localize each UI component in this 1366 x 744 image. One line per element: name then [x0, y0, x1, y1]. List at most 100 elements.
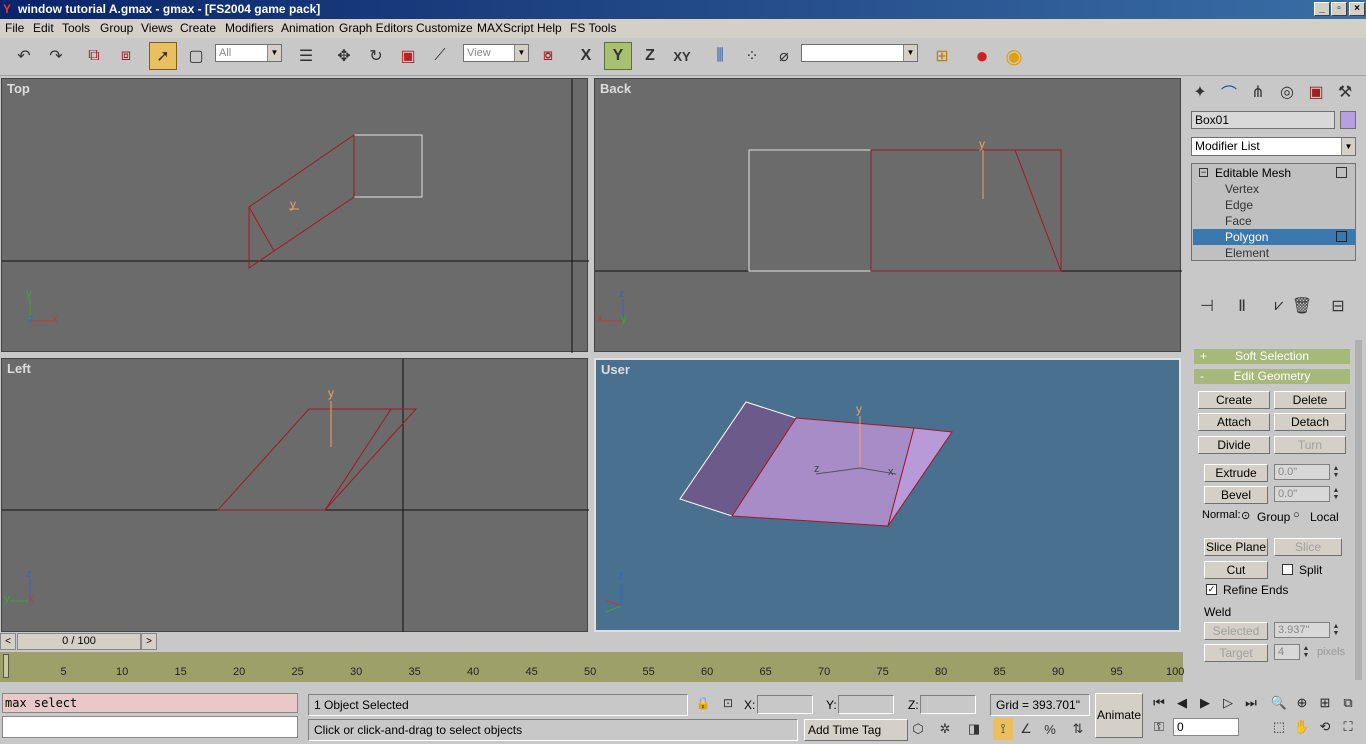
- region-select-icon[interactable]: ▢: [182, 42, 210, 70]
- slice-plane-button[interactable]: Slice Plane: [1204, 538, 1268, 556]
- scale-icon[interactable]: ▣: [394, 42, 422, 70]
- selection-filter-dropdown[interactable]: All ▼: [215, 44, 282, 62]
- divide-button[interactable]: Divide: [1198, 436, 1270, 454]
- maxscript-input[interactable]: [2, 716, 298, 738]
- zoom-extents-icon[interactable]: ⬡: [908, 718, 928, 740]
- viewport-top[interactable]: Top y y z x: [1, 78, 589, 353]
- render-icon[interactable]: ◉: [1000, 42, 1028, 70]
- stack-element[interactable]: Element: [1225, 246, 1269, 260]
- time-slider[interactable]: 0 / 100: [17, 633, 141, 650]
- slice-button[interactable]: Slice: [1274, 538, 1342, 556]
- stack-editable-mesh[interactable]: Editable Mesh: [1215, 166, 1291, 180]
- stack-vertex[interactable]: Vertex: [1225, 182, 1259, 196]
- percent-snap-icon[interactable]: %: [1040, 718, 1060, 740]
- play-icon[interactable]: ▶: [1194, 692, 1216, 714]
- add-time-tag-button[interactable]: Add Time Tag: [804, 719, 908, 741]
- viewport-back[interactable]: Back y z x y: [594, 78, 1182, 352]
- schematic-view-icon[interactable]: ⊞: [928, 42, 956, 70]
- menu-modifiers[interactable]: Modifiers: [225, 19, 274, 37]
- display-tab-icon[interactable]: ▣: [1302, 78, 1330, 106]
- restore-button[interactable]: ▫: [1331, 2, 1347, 16]
- time-next-icon[interactable]: >: [141, 633, 157, 650]
- material-editor-icon[interactable]: ●: [968, 42, 996, 70]
- x-coord-field[interactable]: [757, 695, 813, 714]
- bevel-button[interactable]: Bevel: [1204, 486, 1268, 504]
- key-mode-icon[interactable]: ⚿: [1148, 716, 1170, 738]
- maximize-viewport-icon[interactable]: ⛶: [1337, 716, 1359, 738]
- goto-end-icon[interactable]: ⏭: [1240, 692, 1262, 714]
- reference-coordinate-dropdown[interactable]: View ▼: [463, 44, 529, 62]
- pivot-center-icon[interactable]: ⧇: [534, 42, 562, 70]
- bevel-spinner[interactable]: 0.0" ▲ ▼: [1274, 486, 1339, 502]
- modifier-list-dropdown[interactable]: Modifier List ▼: [1191, 137, 1356, 156]
- utilities-tab-icon[interactable]: ⚒: [1331, 78, 1359, 106]
- maxscript-listener[interactable]: max select: [2, 693, 298, 713]
- manipulate-icon[interactable]: ⟋: [426, 42, 454, 70]
- restrict-x-button[interactable]: X: [572, 42, 600, 70]
- restrict-y-button[interactable]: Y: [604, 42, 632, 70]
- split-checkbox[interactable]: [1282, 564, 1293, 575]
- align-icon[interactable]: ⌀: [770, 42, 798, 70]
- viewport-left[interactable]: Left y z y x: [1, 358, 589, 633]
- menu-fs-tools[interactable]: FS Tools: [570, 19, 616, 37]
- array-icon[interactable]: ⁘: [738, 42, 766, 70]
- render-type-icon[interactable]: ✲: [935, 718, 955, 740]
- attach-button[interactable]: Attach: [1198, 413, 1270, 431]
- show-end-result-icon[interactable]: Ⅱ: [1228, 292, 1256, 320]
- restrict-z-button[interactable]: Z: [636, 42, 664, 70]
- pin-stack-icon[interactable]: ⊣: [1193, 292, 1221, 320]
- frame-marker[interactable]: [3, 654, 9, 678]
- stack-toggle-checkbox[interactable]: [1336, 167, 1347, 178]
- y-coord-field[interactable]: [838, 695, 894, 714]
- named-selection-dropdown[interactable]: ▼: [801, 44, 918, 62]
- motion-tab-icon[interactable]: ◎: [1273, 78, 1301, 106]
- normal-local-radio[interactable]: ○: [1293, 509, 1300, 521]
- weld-target-spinner[interactable]: 4 ▲ ▼: [1274, 644, 1309, 660]
- extrude-button[interactable]: Extrude: [1204, 464, 1268, 482]
- animate-button[interactable]: Animate: [1095, 693, 1143, 738]
- mirror-icon[interactable]: ⫼: [706, 42, 734, 70]
- stack-face[interactable]: Face: [1225, 214, 1252, 228]
- unlink-icon[interactable]: ⧈: [112, 42, 140, 70]
- spinner-arrows-icon[interactable]: ▲ ▼: [1331, 487, 1341, 501]
- menu-customize[interactable]: Customize: [416, 19, 473, 37]
- region-zoom-icon[interactable]: ⬚: [1268, 716, 1290, 738]
- extrude-spinner[interactable]: 0.0" ▲ ▼: [1274, 464, 1339, 480]
- select-and-link-icon[interactable]: ⧉: [80, 42, 108, 70]
- modify-tab-icon[interactable]: ⌒: [1215, 78, 1243, 106]
- angle-snap-icon[interactable]: ∠: [1016, 718, 1036, 740]
- snap-toggle-icon[interactable]: ⟟: [993, 718, 1013, 740]
- hierarchy-tab-icon[interactable]: ⋔: [1244, 78, 1272, 106]
- restrict-xy-button[interactable]: XY: [668, 42, 696, 70]
- stack-edge[interactable]: Edge: [1225, 198, 1253, 212]
- menu-tools[interactable]: Tools: [62, 19, 90, 37]
- next-frame-icon[interactable]: ▷: [1217, 692, 1239, 714]
- spinner-arrows-icon[interactable]: ▲ ▼: [1331, 465, 1341, 479]
- weld-selected-button[interactable]: Selected: [1204, 622, 1268, 640]
- weld-target-button[interactable]: Target: [1204, 644, 1268, 662]
- menu-edit[interactable]: Edit: [33, 19, 54, 37]
- redo-icon[interactable]: ↷: [42, 42, 70, 70]
- menu-graph-editors[interactable]: Graph Editors: [339, 19, 413, 37]
- menu-views[interactable]: Views: [141, 19, 173, 37]
- viewport-user[interactable]: User y z x z: [594, 358, 1181, 632]
- stack-polygon[interactable]: Polygon: [1225, 230, 1268, 244]
- menu-maxscript[interactable]: MAXScript: [477, 19, 534, 37]
- menu-create[interactable]: Create: [180, 19, 216, 37]
- menu-group[interactable]: Group: [100, 19, 133, 37]
- zoom-extents-all-icon[interactable]: ⧉: [1337, 692, 1359, 714]
- menu-file[interactable]: File: [5, 19, 24, 37]
- pan-icon[interactable]: ✋: [1291, 716, 1313, 738]
- move-icon[interactable]: ✥: [330, 42, 358, 70]
- command-panel-scrollbar[interactable]: [1355, 340, 1362, 680]
- lock-selection-icon[interactable]: 🔒: [693, 692, 713, 714]
- arc-rotate-icon[interactable]: ⟲: [1314, 716, 1336, 738]
- current-frame-field[interactable]: 0: [1173, 718, 1239, 736]
- create-tab-icon[interactable]: ✦: [1186, 78, 1214, 106]
- cut-button[interactable]: Cut: [1204, 561, 1268, 579]
- previous-frame-icon[interactable]: ◀: [1171, 692, 1193, 714]
- remove-modifier-icon[interactable]: 🗑: [1288, 292, 1316, 320]
- refine-ends-checkbox[interactable]: ✓: [1206, 584, 1217, 595]
- create-button[interactable]: Create: [1198, 391, 1270, 409]
- menu-help[interactable]: Help: [537, 19, 562, 37]
